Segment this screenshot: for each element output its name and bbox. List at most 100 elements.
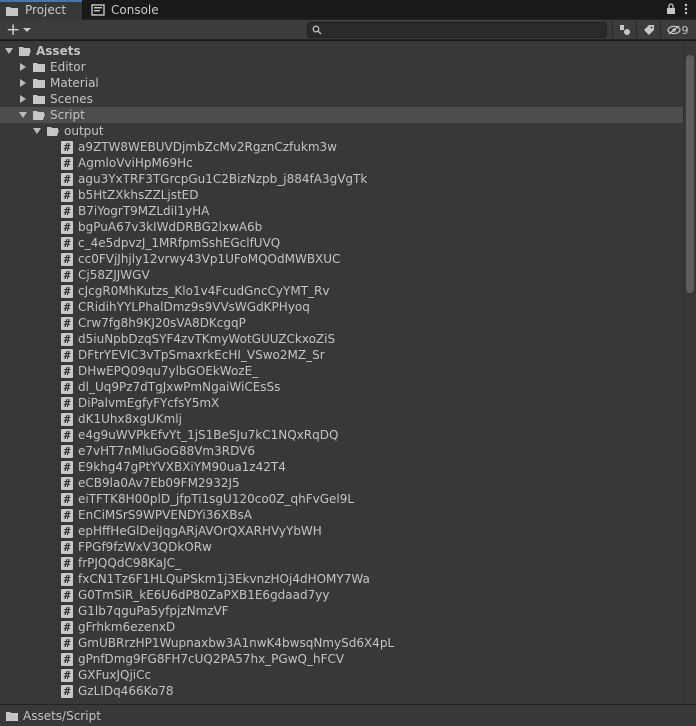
script-file-item[interactable]: # a9ZTW8WEBUVDjmbZcMv2RgznCzfukm3w [0, 139, 683, 155]
expanded-arrow-icon[interactable] [4, 43, 14, 59]
lock-icon[interactable] [666, 3, 676, 15]
script-file-item[interactable]: # EnCiMSrS9WPVENDYi36XBsA [0, 507, 683, 523]
script-file-item[interactable]: # GmUBRrzHP1Wupnaxbw3A1nwK4bwsqNmySd6X4pL [0, 635, 683, 651]
script-file-item[interactable]: # DFtrYEVIC3vTpSmaxrkEcHI_VSwo2MZ_Sr [0, 347, 683, 363]
tree-item-scenes[interactable]: Scenes [0, 91, 683, 107]
tab-project[interactable]: Project [0, 0, 82, 20]
script-file-label: dK1Uhx8xgUKmlj [78, 412, 182, 426]
script-file-item[interactable]: # e4g9uWVPkEfvYt_1jS1BeSJu7kC1NQxRqDQ [0, 427, 683, 443]
script-file-item[interactable]: # cJcgR0MhKutzs_Klo1v4FcudGncCyYMT_Rv [0, 283, 683, 299]
current-path: Assets/Script [23, 708, 101, 723]
script-file-label: dl_Uq9Pz7dTgJxwPmNgaiWiCEsSs [78, 380, 281, 394]
tree-item-output[interactable]: output [0, 123, 683, 139]
csharp-script-icon: # [61, 268, 73, 282]
project-tree: Assets Editor Material Scenes Script out… [0, 41, 683, 704]
script-file-item[interactable]: # dK1Uhx8xgUKmlj [0, 411, 683, 427]
type-filter-icon [619, 25, 630, 35]
expanded-arrow-icon[interactable] [18, 107, 28, 123]
script-file-label: GmUBRrzHP1Wupnaxbw3A1nwK4bwsqNmySd6X4pL [78, 636, 395, 650]
script-file-item[interactable]: # fxCN1Tz6F1HLQuPSkm1j3EkvnzHOj4dHOMY7Wa [0, 571, 683, 587]
csharp-script-icon: # [61, 188, 73, 202]
expanded-arrow-icon[interactable] [32, 123, 42, 139]
csharp-script-icon: # [61, 572, 73, 586]
collapsed-arrow-icon[interactable] [18, 59, 28, 75]
collapsed-arrow-icon[interactable] [18, 91, 28, 107]
script-file-label: cc0FVjJhjly12vrwy43Vp1UFoMQOdMWBXUC [78, 252, 341, 266]
csharp-script-icon: # [61, 524, 73, 538]
script-file-item[interactable]: # G1lb7qguPa5yfpjzNmzVF [0, 603, 683, 619]
script-file-label: CRidihYYLPhalDmz9s9VVsWGdKPHyoq [78, 300, 310, 314]
script-file-item[interactable]: # CRidihYYLPhalDmz9s9VVsWGdKPHyoq [0, 299, 683, 315]
tab-console-label: Console [111, 3, 159, 17]
add-button[interactable]: + [6, 21, 34, 39]
script-file-item[interactable]: # agu3YxTRF3TGrcpGu1C2BizNzpb_j884fA3gVgT… [0, 171, 683, 187]
script-file-item[interactable]: # B7iYogrT9MZLdil1yHA [0, 203, 683, 219]
script-file-item[interactable]: # bgPuA67v3kIWdDRBG2lxwA6b [0, 219, 683, 235]
script-file-label: gPnfDmg9FG8FH7cUQ2PA57hx_PGwQ_hFCV [78, 652, 345, 666]
folder-icon [6, 7, 18, 16]
script-file-item[interactable]: # GXFuxJQjiCc [0, 667, 683, 683]
script-file-label: GXFuxJQjiCc [78, 668, 152, 682]
script-file-item[interactable]: # e7vHT7nMluGoG88Vm3RDV6 [0, 443, 683, 459]
script-file-item[interactable]: # Crw7fg8h9KJ20sVA8DKcgqP [0, 315, 683, 331]
csharp-script-icon: # [61, 668, 73, 682]
kebab-menu-icon[interactable] [684, 3, 688, 15]
vertical-scrollbar[interactable] [683, 41, 696, 704]
script-file-item[interactable]: # dl_Uq9Pz7dTgJxwPmNgaiWiCEsSs [0, 379, 683, 395]
script-file-item[interactable]: # FPGf9fzWxV3QDkORw [0, 539, 683, 555]
script-file-label: e7vHT7nMluGoG88Vm3RDV6 [78, 444, 255, 458]
script-file-item[interactable]: # DiPalvmEgfyFYcfsY5mX [0, 395, 683, 411]
scrollbar-thumb[interactable] [686, 55, 694, 293]
chevron-down-icon [23, 28, 32, 32]
csharp-script-icon: # [61, 588, 73, 602]
script-file-item[interactable]: # eiTFTK8H00plD_jfpTi1sgU120co0Z_qhFvGel9… [0, 491, 683, 507]
script-file-item[interactable]: # cc0FVjJhjly12vrwy43Vp1UFoMQOdMWBXUC [0, 251, 683, 267]
search-field[interactable] [307, 22, 607, 38]
script-file-item[interactable]: # Cj58ZJJWGV [0, 267, 683, 283]
search-by-label-button[interactable] [636, 21, 660, 39]
csharp-script-icon: # [61, 684, 73, 698]
script-file-item[interactable]: # eCB9la0Av7Eb09FM2932J5 [0, 475, 683, 491]
search-input[interactable] [326, 23, 596, 37]
csharp-script-icon: # [61, 348, 73, 362]
script-file-item[interactable]: # gFrhkm6ezenxD [0, 619, 683, 635]
script-file-item[interactable]: # DHwEPQ09qu7ylbGOEkWozE_ [0, 363, 683, 379]
script-file-label: EnCiMSrS9WPVENDYi36XBsA [78, 508, 252, 522]
script-file-item[interactable]: # gPnfDmg9FG8FH7cUQ2PA57hx_PGwQ_hFCV [0, 651, 683, 667]
csharp-script-icon: # [61, 380, 73, 394]
csharp-script-icon: # [61, 236, 73, 250]
csharp-script-icon: # [61, 252, 73, 266]
script-file-label: Crw7fg8h9KJ20sVA8DKcgqP [78, 316, 246, 330]
script-file-label: eiTFTK8H00plD_jfpTi1sgU120co0Z_qhFvGel9L [78, 492, 355, 506]
tab-bar: Project Console [0, 0, 696, 20]
script-file-label: eCB9la0Av7Eb09FM2932J5 [78, 476, 240, 490]
script-file-label: cJcgR0MhKutzs_Klo1v4FcudGncCyYMT_Rv [78, 284, 330, 298]
tree-item-editor[interactable]: Editor [0, 59, 683, 75]
hidden-packages-toggle[interactable]: 9 [660, 21, 694, 39]
script-file-item[interactable]: # frPJQQdC98KaJC_ [0, 555, 683, 571]
script-file-item[interactable]: # E9khg47gPtYVXBXiYM90ua1z42T4 [0, 459, 683, 475]
script-file-item[interactable]: # AgmloVviHpM69Hc [0, 155, 683, 171]
tree-item-script[interactable]: Script [0, 107, 683, 123]
script-file-item[interactable]: # b5HtZXkhsZZLjstED [0, 187, 683, 203]
tab-console[interactable]: Console [86, 0, 166, 20]
search-icon [312, 25, 322, 35]
csharp-script-icon: # [61, 492, 73, 506]
tree-item-material[interactable]: Material [0, 75, 683, 91]
csharp-script-icon: # [61, 396, 73, 410]
csharp-script-icon: # [61, 444, 73, 458]
script-file-item[interactable]: # d5iuNpbDzqSYF4zvTKmyWotGUUZCkxoZiS [0, 331, 683, 347]
tree-item-assets[interactable]: Assets [0, 43, 683, 59]
search-by-type-button[interactable] [612, 21, 636, 39]
csharp-script-icon: # [61, 204, 73, 218]
collapsed-arrow-icon[interactable] [18, 75, 28, 91]
script-file-label: Cj58ZJJWGV [78, 268, 150, 282]
script-file-item[interactable]: # epHffHeGlDeiJqgARjAVOrQXARHVyYbWH [0, 523, 683, 539]
script-file-item[interactable]: # GzLIDq466Ko78 [0, 683, 683, 699]
tab-project-label: Project [25, 3, 67, 17]
tree-item-label: Assets [36, 44, 81, 58]
folder-icon [6, 711, 18, 721]
script-file-item[interactable]: # c_4e5dpvzJ_1MRfpmSshEGclfUVQ [0, 235, 683, 251]
folder-icon [33, 79, 45, 88]
script-file-item[interactable]: # G0TmSiR_kE6U6dP80ZaPXB1E6gdaad7yy [0, 587, 683, 603]
